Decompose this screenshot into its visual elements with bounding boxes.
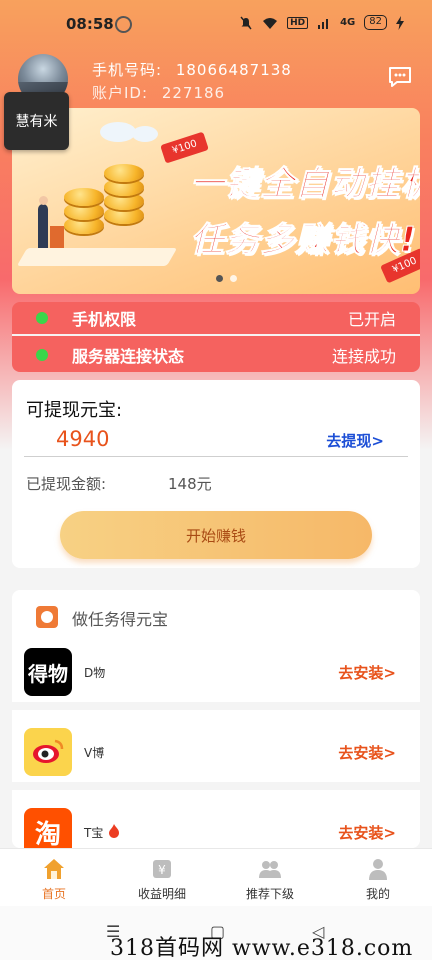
app-name-label: 慧有米 xyxy=(15,114,58,130)
taobao-logo-text: 淘 xyxy=(34,819,61,849)
status-icons: HD 4G 82 xyxy=(239,15,404,30)
hd-badge: HD xyxy=(287,16,309,29)
notification-app-icon xyxy=(115,16,132,33)
person-figure xyxy=(38,204,48,248)
divider xyxy=(24,456,408,457)
status-bar: 08:58 HD 4G 82 xyxy=(0,0,432,44)
install-button[interactable]: 去安装> xyxy=(338,742,396,763)
charging-icon xyxy=(396,15,404,30)
status-row-server: 服务器连接状态 连接成功 xyxy=(12,338,420,372)
status-row-permission: 手机权限 已开启 xyxy=(12,302,420,336)
podium xyxy=(50,226,64,250)
phone-line: 手机号码: 18066487138 xyxy=(92,59,292,80)
battery-indicator: 82 xyxy=(364,15,387,30)
status-label: 手机权限 xyxy=(72,310,137,329)
nav-income-label: 收益明细 xyxy=(137,887,186,901)
task-name: T宝 xyxy=(84,826,104,840)
nav-referral[interactable]: 推荐下级 xyxy=(220,857,320,902)
nav-referral-label: 推荐下级 xyxy=(245,887,294,901)
withdrawn-label: 已提现金额: xyxy=(26,475,107,493)
coin-stack xyxy=(64,188,104,206)
wifi-icon xyxy=(263,17,278,29)
task-row: V博 去安装> xyxy=(12,714,420,790)
carousel-dot-active[interactable] xyxy=(216,275,223,282)
chat-bubble-icon[interactable] xyxy=(388,66,412,88)
balance-amount: 4940 xyxy=(56,427,110,451)
lte-label: 4G xyxy=(340,17,356,28)
task-title: 做任务得元宝 xyxy=(72,610,169,629)
profile-icon xyxy=(369,859,387,880)
install-button[interactable]: 去安装> xyxy=(338,822,396,843)
task-row: 淘 T宝 去安装> xyxy=(12,794,420,848)
banner-headline-1: 一键全自动挂机 xyxy=(190,164,421,205)
app-name-badge: 慧有米 xyxy=(4,92,69,150)
bottom-nav: 首页 ¥ 收益明细 推荐下级 我的 xyxy=(0,848,432,906)
install-button[interactable]: 去安装> xyxy=(338,662,396,683)
home-icon xyxy=(44,859,64,879)
nav-home[interactable]: 首页 xyxy=(4,857,104,902)
status-label: 服务器连接状态 xyxy=(72,347,185,366)
status-time: 08:58 xyxy=(66,15,114,33)
dewu-logo-text: 得物 xyxy=(28,661,68,686)
banner-headline-2: 任务多赚钱快! xyxy=(190,220,417,261)
weibo-app-icon xyxy=(24,728,72,776)
coin-stack xyxy=(104,164,144,182)
withdraw-link[interactable]: 去提现> xyxy=(326,430,384,451)
balance-title: 可提现元宝: xyxy=(26,400,123,421)
task-row: 得物 D物 去安装> xyxy=(12,634,420,710)
referral-icon xyxy=(259,861,281,878)
person-head xyxy=(39,196,48,205)
status-card: 手机权限 已开启 服务器连接状态 连接成功 xyxy=(12,302,420,372)
weibo-eye-icon xyxy=(33,739,64,763)
phone-label: 手机号码: xyxy=(92,61,163,79)
fire-icon xyxy=(109,824,119,838)
task-name: D物 xyxy=(84,666,106,680)
income-detail-icon: ¥ xyxy=(153,860,171,878)
promo-banner[interactable]: ¥100 ¥100 一键全自动挂机 任务多赚钱快! xyxy=(12,108,420,294)
platform xyxy=(16,248,178,266)
balance-card: 可提现元宝: 4940 去提现> 已提现金额: 148元 开始赚钱 xyxy=(12,380,420,568)
status-dot xyxy=(36,349,48,361)
nav-income[interactable]: ¥ 收益明细 xyxy=(112,857,212,902)
task-header: 做任务得元宝 xyxy=(12,590,420,640)
carousel-dot[interactable] xyxy=(230,275,237,282)
start-earning-button[interactable]: 开始赚钱 xyxy=(60,511,372,559)
task-card: 做任务得元宝 得物 D物 去安装> V博 去安装> 淘 T宝 去安装> xyxy=(12,590,420,848)
status-value: 已开启 xyxy=(347,310,396,329)
nav-profile-label: 我的 xyxy=(365,887,390,901)
task-name: V博 xyxy=(84,746,105,760)
account-id: 227186 xyxy=(161,84,226,102)
account-label: 账户ID: xyxy=(92,84,149,102)
nav-home-label: 首页 xyxy=(41,887,66,901)
status-value: 连接成功 xyxy=(331,347,396,366)
signal-icon xyxy=(318,18,329,29)
start-earning-label: 开始赚钱 xyxy=(185,526,246,545)
mute-icon xyxy=(240,16,252,29)
cloud-decoration xyxy=(100,122,136,142)
watermark-text: 318首码网 www.e318.com xyxy=(110,936,414,960)
task-header-icon xyxy=(36,606,58,628)
svg-text:¥: ¥ xyxy=(158,863,166,877)
phone-number: 18066487138 xyxy=(175,61,292,79)
dewu-app-icon: 得物 xyxy=(24,648,72,696)
status-dot xyxy=(36,312,48,324)
taobao-app-icon: 淘 xyxy=(24,808,72,848)
cloud-decoration xyxy=(132,126,158,142)
account-line: 账户ID: 227186 xyxy=(92,82,225,103)
withdrawn-value: 148元 xyxy=(168,475,212,493)
nav-profile[interactable]: 我的 xyxy=(328,857,428,902)
